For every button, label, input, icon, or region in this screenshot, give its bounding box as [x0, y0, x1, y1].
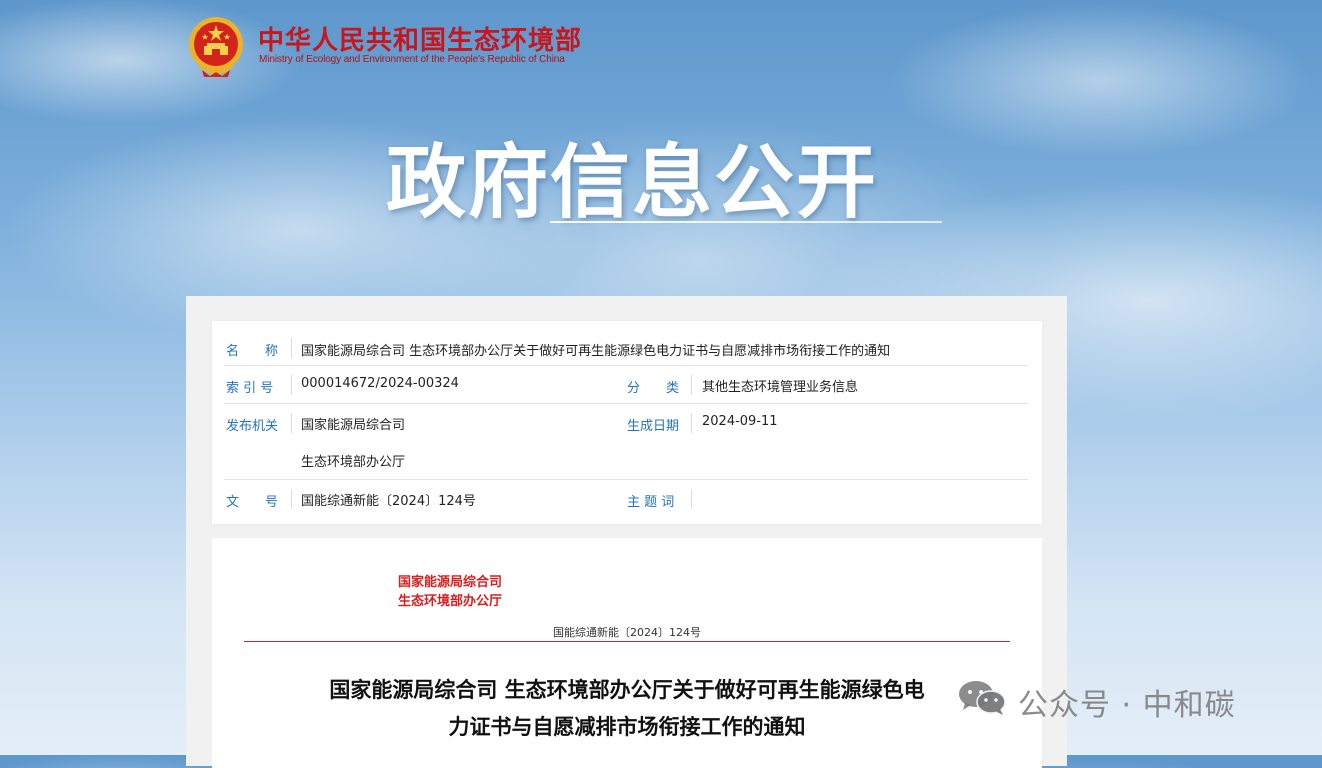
- red-header-rule: [244, 641, 1010, 642]
- separator: [291, 489, 292, 509]
- document-issuer-1: 国家能源局综合司: [398, 575, 503, 590]
- separator: [291, 375, 292, 395]
- index-value: 000014672/2024-00324: [301, 376, 459, 391]
- category-label: 分 类: [627, 381, 680, 396]
- banner-divider: [550, 221, 942, 223]
- document-body: 国家能源局综合司 生态环境部办公厅 国能综通新能〔2024〕124号 国家能源局…: [212, 538, 1042, 768]
- issuer-value-2: 生态环境部办公厅: [301, 455, 406, 470]
- site-title[interactable]: 中华人民共和国生态环境部: [258, 20, 582, 57]
- separator: [291, 338, 292, 358]
- separator: [291, 413, 292, 433]
- national-emblem-icon[interactable]: [188, 16, 244, 78]
- separator: [691, 413, 692, 433]
- document-title-line-1: 国家能源局综合司 生态环境部办公厅关于做好可再生能源绿色电: [329, 678, 925, 702]
- document-info-table: 名 称 国家能源局综合司 生态环境部办公厅关于做好可再生能源绿色电力证书与自愿减…: [212, 321, 1042, 524]
- document-number: 国能综通新能〔2024〕124号: [553, 626, 701, 639]
- doc-no-label: 文 号: [226, 495, 279, 510]
- date-value: 2024-09-11: [702, 414, 778, 429]
- wechat-icon: [956, 679, 1008, 725]
- issuer-value-1: 国家能源局综合司: [301, 418, 406, 433]
- keywords-label: 主 题 词: [627, 495, 675, 510]
- info-row-index: 索 引 号 000014672/2024-00324 分 类 其他生态环境管理业…: [224, 365, 1028, 404]
- site-subtitle-en: Ministry of Ecology and Environment of t…: [259, 54, 565, 65]
- info-row-name: 名 称 国家能源局综合司 生态环境部办公厅关于做好可再生能源绿色电力证书与自愿减…: [224, 321, 1028, 366]
- index-label: 索 引 号: [226, 381, 274, 396]
- doc-no-value: 国能综通新能〔2024〕124号: [301, 494, 476, 509]
- separator: [691, 375, 692, 395]
- category-value: 其他生态环境管理业务信息: [702, 380, 859, 395]
- date-label: 生成日期: [627, 419, 680, 434]
- separator: [691, 489, 692, 509]
- wechat-watermark: 公众号 · 中和碳: [956, 679, 1236, 725]
- info-row-docno: 文 号 国能综通新能〔2024〕124号 主 题 词: [224, 479, 1028, 517]
- name-label: 名 称: [226, 344, 279, 359]
- document-title: 国家能源局综合司 生态环境部办公厅关于做好可再生能源绿色电 力证书与自愿减排市场…: [302, 672, 952, 746]
- name-value: 国家能源局综合司 生态环境部办公厅关于做好可再生能源绿色电力证书与自愿减排市场衔…: [301, 344, 891, 359]
- info-row-issuer: 发布机关 国家能源局综合司 生态环境部办公厅 生成日期 2024-09-11: [224, 403, 1028, 480]
- document-issuer-2: 生态环境部办公厅: [398, 594, 503, 609]
- watermark-text: 公众号 · 中和碳: [1018, 688, 1236, 723]
- banner-title: 政府信息公开: [386, 136, 878, 229]
- issuer-label: 发布机关: [226, 419, 279, 434]
- document-title-line-2: 力证书与自愿减排市场衔接工作的通知: [448, 715, 806, 739]
